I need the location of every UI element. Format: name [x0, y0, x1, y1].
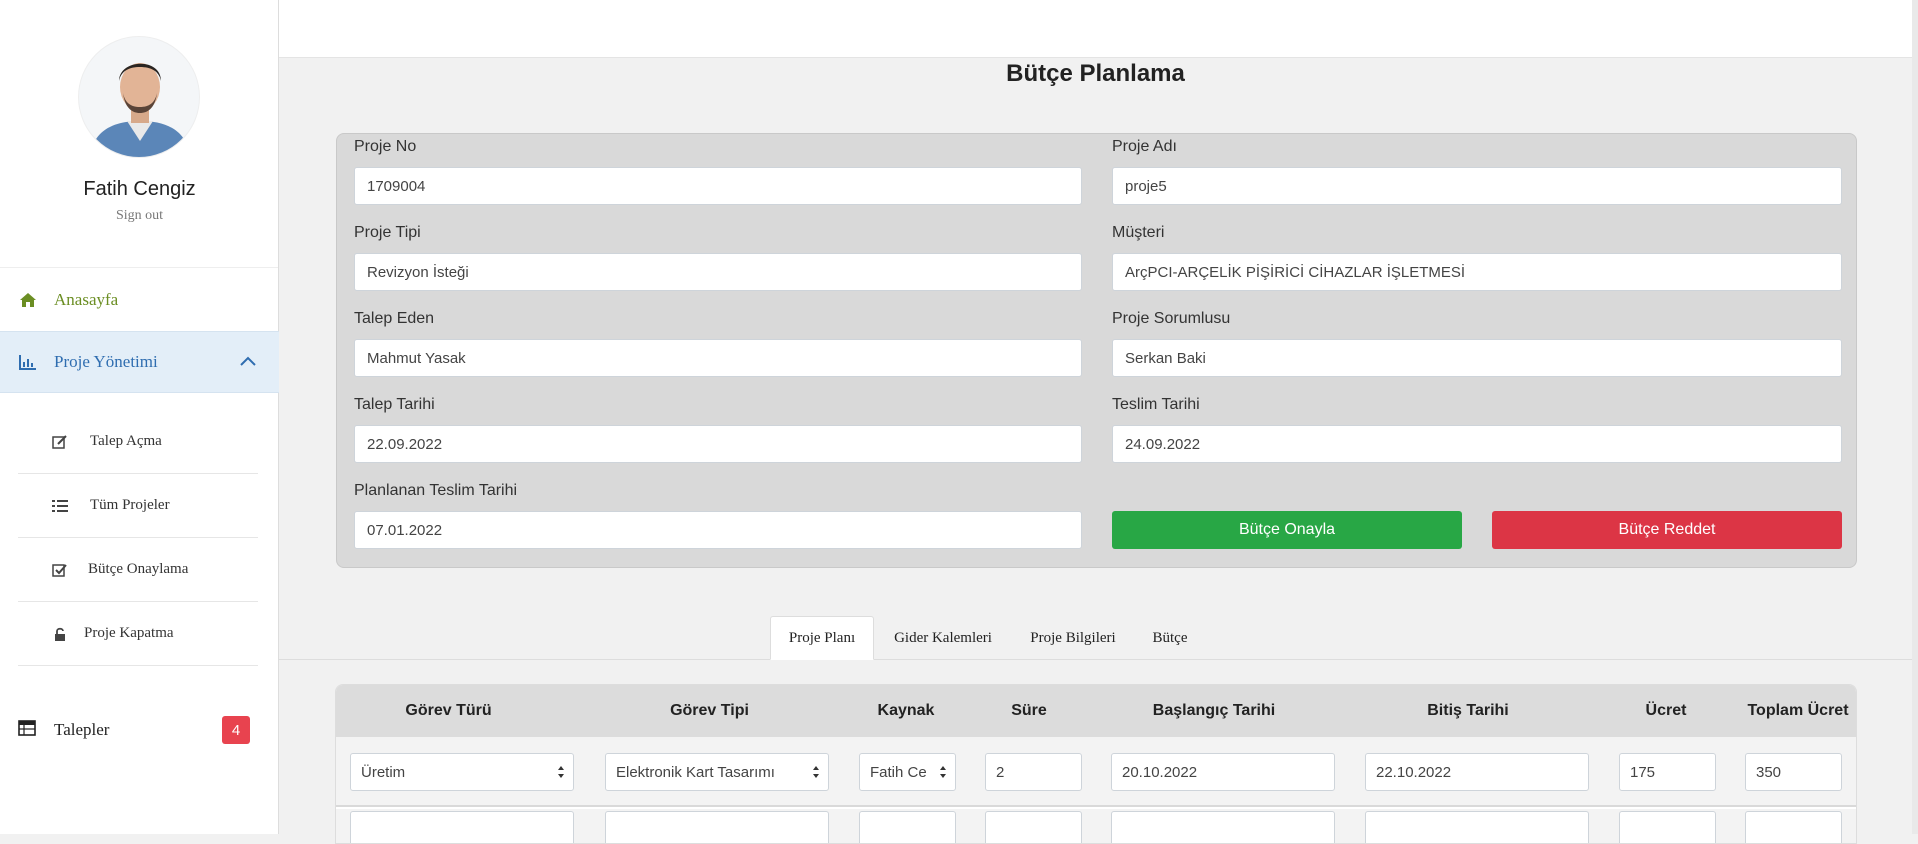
planlanan-teslim-label: Planlanan Teslim Tarihi: [354, 482, 518, 499]
kaynak-select[interactable]: [859, 811, 956, 843]
bitis-tarihi-input[interactable]: [1365, 811, 1589, 843]
column-header: Başlangıç Tarihi: [1152, 702, 1276, 719]
musteri-field[interactable]: ArçPCI-ARÇELİK PİŞİRİCİ CİHAZLAR İŞLETME…: [1112, 253, 1842, 291]
column-header: Görev Türü: [405, 702, 492, 719]
avatar: [78, 36, 200, 158]
nav-label-talepler: Talepler: [54, 720, 110, 739]
toplam-ucret-input[interactable]: [1745, 811, 1842, 843]
sidebar-item-talep-acma[interactable]: Talep Açma: [18, 410, 258, 474]
gorev-turu-select[interactable]: [350, 811, 574, 843]
talep-tarihi-label: Talep Tarihi: [354, 396, 435, 413]
toplam-ucret-input[interactable]: 350: [1745, 753, 1842, 791]
bar-chart-icon: [18, 352, 38, 372]
check-square-icon: [52, 562, 68, 578]
table-header: Görev Türü Görev Tipi Kaynak Süre Başlan…: [336, 685, 1856, 737]
scrollbar[interactable]: [1912, 0, 1918, 834]
column-header: Toplam Ücret: [1747, 702, 1849, 719]
sort-arrows-icon: [939, 765, 947, 779]
nav-item-talepler[interactable]: Talepler 4: [0, 700, 279, 760]
proje-no-field[interactable]: 1709004: [354, 167, 1082, 205]
sidebar-item-tum-projeler[interactable]: Tüm Projeler: [18, 474, 258, 538]
column-header: Ücret: [1645, 702, 1687, 719]
project-plan-table: Görev Türü Görev Tipi Kaynak Süre Başlan…: [335, 684, 1857, 844]
gorev-turu-select[interactable]: Üretim: [350, 753, 574, 791]
edit-icon: [52, 434, 68, 450]
column-header: Kaynak: [877, 702, 935, 719]
nav-item-proje-yonetimi[interactable]: Proje Yönetimi: [0, 331, 279, 393]
talep-eden-label: Talep Eden: [354, 310, 435, 327]
list-icon: [52, 498, 68, 514]
teslim-tarihi-field[interactable]: 24.09.2022: [1112, 425, 1842, 463]
sidebar-item-label: Talep Açma: [90, 433, 162, 449]
column-header: Süre: [1011, 702, 1047, 719]
table-row: Üretim Elektronik Kart Tasarımı Fatih Ce…: [336, 737, 1856, 807]
teslim-tarihi-label: Teslim Tarihi: [1112, 396, 1200, 413]
select-value: Üretim: [361, 763, 406, 781]
tab-proje-plani[interactable]: Proje Planı: [770, 616, 874, 660]
count-badge: 4: [222, 716, 250, 744]
sign-out-link[interactable]: Sign out: [0, 208, 279, 224]
ucret-input[interactable]: 175: [1619, 753, 1716, 791]
page-title: Bütçe Planlama: [1006, 60, 1185, 87]
user-name: Fatih Cengiz: [83, 178, 196, 200]
nav-item-anasayfa[interactable]: Anasayfa: [0, 269, 279, 331]
nav-label-proje-yonetimi: Proje Yönetimi: [54, 352, 158, 371]
tab-butce[interactable]: Bütçe: [1140, 616, 1200, 660]
chevron-up-icon: [239, 352, 257, 372]
sidebar-item-label: Bütçe Onaylama: [88, 561, 189, 577]
home-icon: [18, 290, 38, 310]
butce-onayla-button[interactable]: Bütçe Onayla: [1112, 511, 1462, 549]
project-form-card: Proje No 1709004 Proje Adı proje5 Proje …: [336, 133, 1857, 568]
talep-tarihi-field[interactable]: 22.09.2022: [354, 425, 1082, 463]
proje-sorumlusu-field[interactable]: Serkan Baki: [1112, 339, 1842, 377]
profile-section: Fatih Cengiz Sign out: [0, 0, 278, 268]
column-header: Bitiş Tarihi: [1427, 702, 1509, 719]
sidebar-item-label: Proje Kapatma: [84, 625, 174, 641]
baslangic-tarihi-input[interactable]: [1111, 811, 1335, 843]
gorev-tipi-select[interactable]: [605, 811, 829, 843]
top-bar: [279, 0, 1918, 58]
gorev-tipi-select[interactable]: Elektronik Kart Tasarımı: [605, 753, 829, 791]
talep-eden-field[interactable]: Mahmut Yasak: [354, 339, 1082, 377]
column-header: Görev Tipi: [670, 702, 749, 719]
planlanan-teslim-field[interactable]: 07.01.2022: [354, 511, 1082, 549]
table-row: [336, 809, 1856, 843]
baslangic-tarihi-input[interactable]: 20.10.2022: [1111, 753, 1335, 791]
proje-no-label: Proje No: [354, 138, 417, 155]
sidebar-item-label: Tüm Projeler: [90, 497, 170, 513]
musteri-label: Müşteri: [1112, 224, 1165, 241]
sure-input[interactable]: 2: [985, 753, 1082, 791]
sort-arrows-icon: [557, 765, 565, 779]
proje-adi-field[interactable]: proje5: [1112, 167, 1842, 205]
proje-adi-label: Proje Adı: [1112, 138, 1177, 155]
table-icon: [18, 719, 36, 741]
sidebar: Fatih Cengiz Sign out Anasayfa Proje Yön…: [0, 0, 279, 834]
kaynak-select[interactable]: Fatih Ce: [859, 753, 956, 791]
proje-tipi-field[interactable]: Revizyon İsteği: [354, 253, 1082, 291]
nav-label-anasayfa: Anasayfa: [54, 290, 119, 309]
bitis-tarihi-input[interactable]: 22.10.2022: [1365, 753, 1589, 791]
proje-sorumlusu-label: Proje Sorumlusu: [1112, 310, 1231, 327]
tab-gider-kalemleri[interactable]: Gider Kalemleri: [880, 616, 1006, 660]
tab-proje-bilgileri[interactable]: Proje Bilgileri: [1020, 616, 1126, 660]
butce-reddet-button[interactable]: Bütçe Reddet: [1492, 511, 1842, 549]
sort-arrows-icon: [812, 765, 820, 779]
sidebar-item-proje-kapatma[interactable]: Proje Kapatma: [18, 602, 258, 666]
sure-input[interactable]: [985, 811, 1082, 843]
sidebar-item-butce-onaylama[interactable]: Bütçe Onaylama: [18, 538, 258, 602]
ucret-input[interactable]: [1619, 811, 1716, 843]
unlock-icon: [52, 626, 68, 642]
proje-tipi-label: Proje Tipi: [354, 224, 421, 241]
select-value: Fatih Ce: [870, 763, 927, 781]
select-value: Elektronik Kart Tasarımı: [616, 763, 775, 781]
